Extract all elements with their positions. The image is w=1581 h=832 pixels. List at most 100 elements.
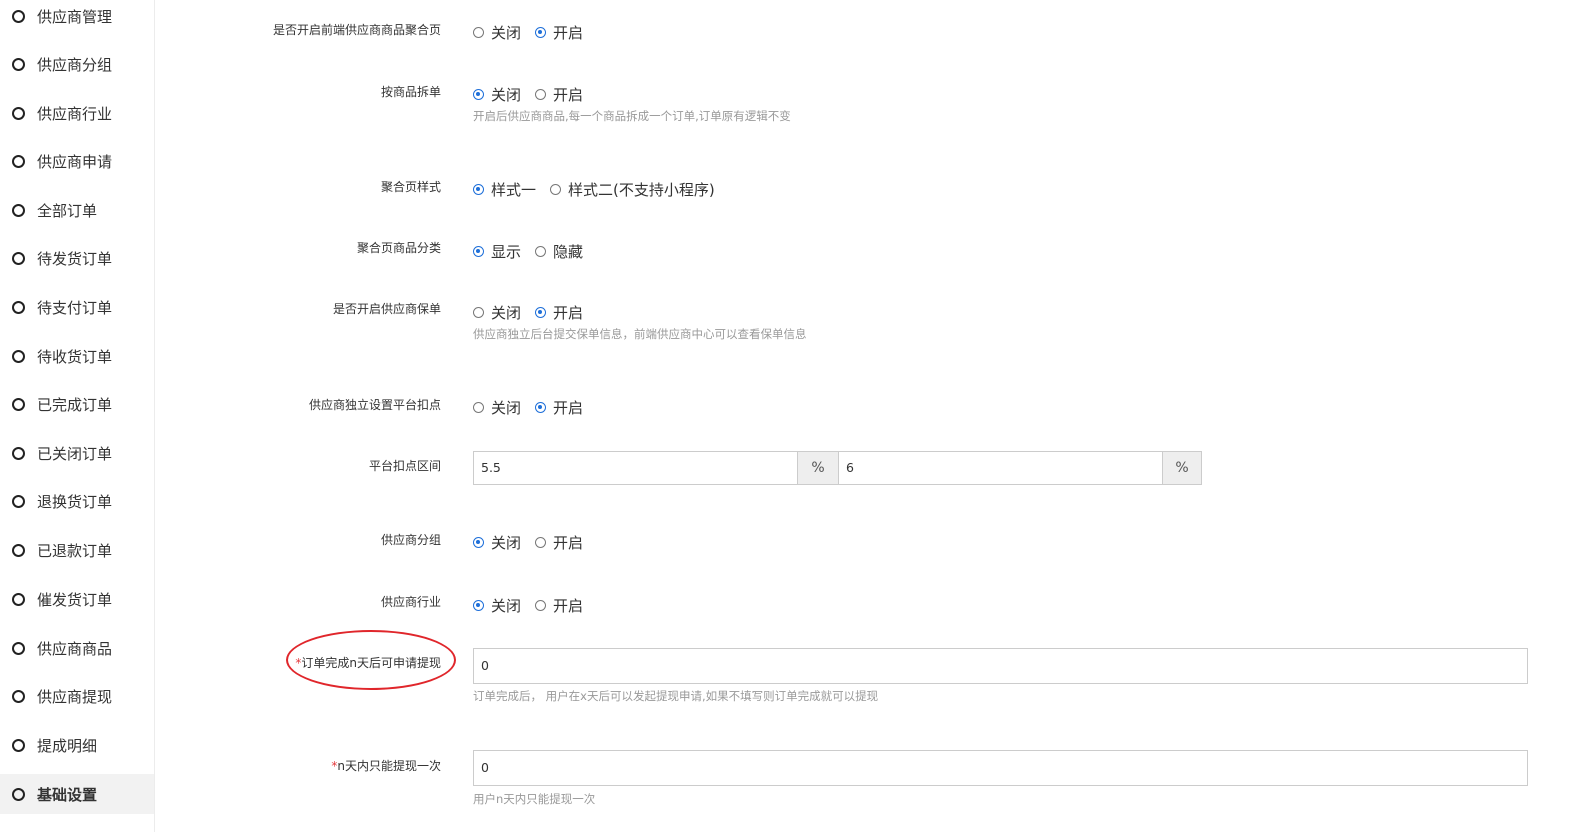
radio-icon: [535, 537, 547, 548]
field-hint: 供应商独立后台提交保单信息，前端供应商中心可以查看保单信息: [473, 327, 807, 341]
field-label-text: 订单完成n天后可申请提现: [301, 656, 441, 670]
radio-label: 开启: [553, 399, 584, 417]
radio-label: 开启: [553, 86, 584, 104]
sidebar-item-return-orders[interactable]: 退换货订单: [0, 482, 154, 520]
radio-icon: [473, 402, 484, 413]
field-label: 是否开启供应商保单: [332, 302, 441, 316]
field-label: 按商品拆单: [380, 85, 441, 99]
sidebar-item-refunded-orders[interactable]: 已退款订单: [0, 531, 154, 569]
sidebar-item-label: 供应商提现: [37, 687, 113, 706]
radio-icon: [473, 27, 484, 38]
sidebar-item-supplier-application[interactable]: 供应商申请: [0, 142, 154, 180]
sidebar-item-commission-details[interactable]: 提成明细: [0, 726, 154, 764]
sidebar-item-supplier-management[interactable]: 供应商管理: [0, 0, 154, 35]
sidebar-item-closed-orders[interactable]: 已关闭订单: [0, 434, 154, 472]
sidebar-item-label: 供应商分组: [37, 55, 113, 74]
sidebar-item-label: 提成明细: [37, 736, 98, 755]
field-hint: 开启后供应商商品,每一个商品拆成一个订单,订单原有逻辑不变: [473, 109, 791, 123]
circle-icon: [12, 106, 25, 120]
radio-on[interactable]: 开启: [535, 84, 583, 105]
radio-style-one[interactable]: 样式一: [473, 179, 536, 200]
radio-label: 样式二(不支持小程序): [568, 181, 715, 199]
radio-checked-icon: [473, 600, 484, 611]
sidebar-item-label: 供应商商品: [37, 639, 113, 658]
sidebar-item-pending-shipment[interactable]: 待发货订单: [0, 239, 154, 277]
circle-icon: [12, 592, 25, 606]
field-hint: 用户n天内只能提现一次: [473, 792, 596, 806]
sidebar-item-label: 基础设置: [37, 785, 98, 804]
sidebar-item-basic-settings[interactable]: 基础设置: [0, 774, 154, 814]
sidebar-item-label: 已完成订单: [37, 395, 113, 414]
circle-icon: [12, 787, 25, 801]
sidebar-item-supplier-industry[interactable]: 供应商行业: [0, 94, 154, 132]
circle-icon: [12, 494, 25, 508]
radio-label: 关闭: [491, 597, 522, 615]
field-label: 平台扣点区间: [368, 459, 441, 473]
radio-icon: [550, 184, 562, 195]
radio-off[interactable]: 关闭: [473, 397, 521, 418]
circle-icon: [12, 9, 25, 23]
circle-icon: [12, 203, 25, 217]
sidebar-item-all-orders[interactable]: 全部订单: [0, 191, 154, 229]
circle-icon: [12, 738, 25, 752]
radio-label: 开启: [553, 534, 584, 552]
sidebar-item-label: 全部订单: [37, 201, 98, 220]
circle-icon: [12, 446, 25, 460]
sidebar-item-supplier-group[interactable]: 供应商分组: [0, 45, 154, 83]
radio-label: 关闭: [491, 534, 522, 552]
radio-group-guarantee: 关闭 开启: [473, 302, 597, 323]
sidebar-item-pending-payment[interactable]: 待支付订单: [0, 288, 154, 326]
sidebar-item-supplier-products[interactable]: 供应商商品: [0, 629, 154, 667]
sidebar-item-completed-orders[interactable]: 已完成订单: [0, 385, 154, 423]
radio-on[interactable]: 开启: [535, 302, 583, 323]
sidebar-item-label: 供应商行业: [37, 104, 113, 123]
radio-style-two[interactable]: 样式二(不支持小程序): [550, 179, 715, 200]
withdraw-days-input[interactable]: 0: [473, 648, 1528, 684]
sidebar: 供应商管理 供应商分组 供应商行业 供应商申请 全部订单 待发货订单 待支付订单…: [0, 0, 155, 832]
sidebar-item-label: 待收货订单: [37, 347, 113, 366]
radio-group-supplier-industry: 关闭 开启: [473, 595, 597, 616]
radio-icon: [535, 600, 547, 611]
deduction-max-input[interactable]: 6: [838, 451, 1163, 485]
radio-off[interactable]: 关闭: [473, 532, 521, 553]
withdraw-once-input[interactable]: 0: [473, 750, 1528, 786]
radio-on[interactable]: 开启: [535, 397, 583, 418]
circle-icon: [12, 300, 25, 314]
radio-off[interactable]: 关闭: [473, 84, 521, 105]
sidebar-item-label: 供应商申请: [37, 152, 113, 171]
circle-icon: [12, 251, 25, 265]
sidebar-item-supplier-withdraw[interactable]: 供应商提现: [0, 677, 154, 715]
circle-icon: [12, 57, 25, 71]
radio-off[interactable]: 关闭: [473, 302, 521, 323]
field-label: 供应商分组: [380, 533, 441, 547]
radio-off[interactable]: 关闭: [473, 22, 521, 43]
field-label: 供应商行业: [380, 595, 441, 609]
circle-icon: [12, 689, 25, 703]
radio-checked-icon: [473, 537, 484, 548]
radio-on[interactable]: 开启: [535, 22, 583, 43]
deduction-min-input[interactable]: 5.5: [473, 451, 798, 485]
radio-checked-icon: [535, 402, 547, 413]
radio-on[interactable]: 开启: [535, 595, 583, 616]
field-label: *订单完成n天后可申请提现: [160, 655, 441, 671]
radio-on[interactable]: 开启: [535, 532, 583, 553]
radio-group-aggregate-category: 显示 隐藏: [473, 241, 597, 262]
percent-addon: %: [797, 451, 839, 485]
sidebar-item-pending-receipt[interactable]: 待收货订单: [0, 337, 154, 375]
circle-icon: [12, 349, 25, 363]
field-hint: 订单完成后， 用户在x天后可以发起提现申请,如果不填写则订单完成就可以提现: [473, 689, 879, 703]
sidebar-item-label: 供应商管理: [37, 7, 113, 26]
radio-checked-icon: [473, 246, 484, 257]
radio-label: 开启: [553, 304, 584, 322]
radio-off[interactable]: 关闭: [473, 595, 521, 616]
radio-hide[interactable]: 隐藏: [535, 241, 583, 262]
radio-group-supplier-group: 关闭 开启: [473, 532, 597, 553]
circle-icon: [12, 154, 25, 168]
field-label-text: n天内只能提现一次: [337, 759, 441, 773]
radio-label: 隐藏: [553, 243, 584, 261]
field-label: 是否开启前端供应商商品聚合页: [272, 23, 441, 37]
sidebar-item-urge-shipment[interactable]: 催发货订单: [0, 580, 154, 618]
radio-label: 样式一: [491, 181, 537, 199]
radio-show[interactable]: 显示: [473, 241, 521, 262]
radio-label: 关闭: [491, 86, 522, 104]
